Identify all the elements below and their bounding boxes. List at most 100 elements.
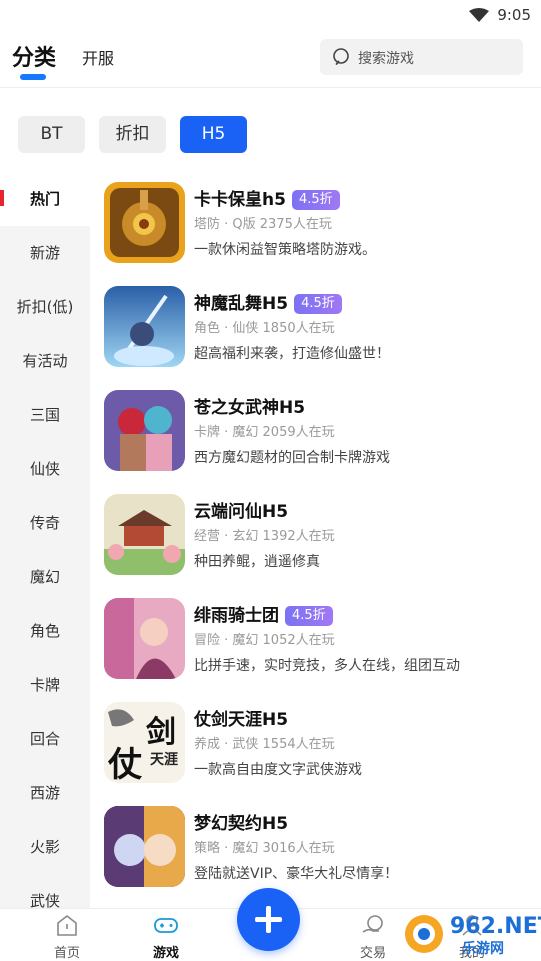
game-meta: 角色 · 仙侠 1850人在玩 xyxy=(194,321,335,336)
svg-text:天涯: 天涯 xyxy=(150,751,178,768)
game-title: 梦幻契约H5 xyxy=(194,814,289,834)
watermark-subtext: 乐游网 xyxy=(462,941,504,957)
gamepad-icon xyxy=(154,918,178,933)
game-description: 西方魔幻题材的回合制卡牌游戏 xyxy=(194,450,390,466)
sidebar-item-label: 武侠 xyxy=(29,892,60,908)
search-icon xyxy=(333,48,349,65)
sidebar-item-wuxia[interactable]: 武侠 xyxy=(0,874,90,908)
pavilion-garden-icon xyxy=(104,494,185,575)
sidebar-item-new[interactable]: 新游 xyxy=(0,226,90,280)
search-input[interactable]: 搜索游戏 xyxy=(320,39,523,75)
sidebar-item-label: 西游 xyxy=(29,784,60,802)
sidebar-item-events[interactable]: 有活动 xyxy=(0,334,90,388)
sidebar-item-label: 有活动 xyxy=(22,352,68,370)
pink-knight-icon xyxy=(104,598,185,679)
search-placeholder: 搜索游戏 xyxy=(358,51,414,67)
discount-badge: 4.5折 xyxy=(294,294,342,314)
sidebar-item-discount-low[interactable]: 折扣(低) xyxy=(0,280,90,334)
sidebar-item-rpg[interactable]: 角色 xyxy=(0,604,90,658)
sidebar-item-label: 角色 xyxy=(29,622,60,640)
game-meta: 养成 · 武侠 1554人在玩 xyxy=(194,737,335,752)
game-meta: 卡牌 · 魔幻 2059人在玩 xyxy=(194,425,335,440)
nav-games[interactable]: 游戏 xyxy=(126,909,206,961)
nav-home[interactable]: 首页 xyxy=(27,909,107,961)
game-title: 神魔乱舞H5 4.5折 xyxy=(194,289,342,314)
sidebar-item-label: 三国 xyxy=(29,406,60,424)
game-meta: 塔防 · Q版 2375人在玩 xyxy=(194,217,332,232)
game-meta: 冒险 · 魔幻 1052人在玩 xyxy=(194,633,335,648)
sidebar-item-label: 回合 xyxy=(29,730,60,748)
filter-discount[interactable]: 折扣 xyxy=(99,116,166,153)
fantasy-contract-icon xyxy=(104,806,185,887)
sidebar-item-turn-based[interactable]: 回合 xyxy=(0,712,90,766)
game-title: 绯雨骑士团 4.5折 xyxy=(194,601,333,626)
sidebar-item-legend[interactable]: 传奇 xyxy=(0,496,90,550)
sidebar-item-label: 卡牌 xyxy=(29,676,60,694)
game-row[interactable]: 梦幻契约H5 策略 · 魔幻 3016人在玩 登陆就送VIP、豪华大礼尽情享！ xyxy=(90,796,541,900)
game-description: 比拼手速，实时竞技，多人在线，组团互动 xyxy=(194,658,460,674)
game-row[interactable]: 卡卡保皇h5 4.5折 塔防 · Q版 2375人在玩 一款休闲益智策略塔防游戏。 xyxy=(90,172,541,276)
watermark-logo-icon xyxy=(405,915,443,953)
svg-text:剑: 剑 xyxy=(146,715,176,750)
discount-badge: 4.5折 xyxy=(285,606,333,626)
sidebar-item-card[interactable]: 卡牌 xyxy=(0,658,90,712)
active-marker xyxy=(0,190,4,206)
game-row[interactable]: 云端问仙H5 经营 · 玄幻 1392人在玩 种田养鲲，逍遥修真 xyxy=(90,484,541,588)
game-meta: 策略 · 魔幻 3016人在玩 xyxy=(194,841,335,856)
sidebar-item-label: 传奇 xyxy=(29,514,60,532)
sidebar-item-three-kingdoms[interactable]: 三国 xyxy=(0,388,90,442)
site-watermark: 962.NET 乐游网 xyxy=(402,912,541,958)
game-row[interactable]: 苍之女武神H5 卡牌 · 魔幻 2059人在玩 西方魔幻题材的回合制卡牌游戏 xyxy=(90,380,541,484)
nav-label: 首页 xyxy=(53,946,80,961)
sidebar-item-label: 火影 xyxy=(29,838,60,856)
game-description: 超高福利来袭，打造修仙盛世！ xyxy=(194,346,390,362)
game-title: 卡卡保皇h5 4.5折 xyxy=(194,185,340,210)
game-row[interactable]: 神魔乱舞H5 4.5折 角色 · 仙侠 1850人在玩 超高福利来袭，打造修仙盛世… xyxy=(90,276,541,380)
sidebar-item-label: 热门 xyxy=(29,190,60,208)
valkyrie-heroes-icon xyxy=(104,390,185,471)
game-description: 种田养鲲，逍遥修真 xyxy=(194,554,320,570)
sword-warrior-icon xyxy=(104,286,185,367)
top-nav: 分类 开服 搜索游戏 xyxy=(0,30,541,88)
game-title: 云端问仙H5 xyxy=(194,502,289,522)
watermark-text: 962.NET xyxy=(450,914,541,939)
sidebar-item-fantasy[interactable]: 魔幻 xyxy=(0,550,90,604)
game-row[interactable]: 剑 仗 天涯 仗剑天涯H5 养成 · 武侠 1554人在玩 一款高自由度文字武侠… xyxy=(90,692,541,796)
nav-trade[interactable]: 交易 xyxy=(333,909,413,961)
filter-h5[interactable]: H5 xyxy=(180,116,247,153)
nav-label: 交易 xyxy=(359,946,386,961)
status-bar: 9:05 xyxy=(0,0,541,30)
game-title: 仗剑天涯H5 xyxy=(194,710,289,730)
game-row[interactable]: 绯雨骑士团 4.5折 冒险 · 魔幻 1052人在玩 比拼手速，实时竞技，多人在线… xyxy=(90,588,541,692)
tab-active-indicator xyxy=(20,74,46,80)
filter-bar: BT 折扣 H5 xyxy=(0,116,541,154)
trade-icon xyxy=(362,915,383,933)
sidebar-item-journey-west[interactable]: 西游 xyxy=(0,766,90,820)
sidebar-item-label: 新游 xyxy=(29,244,60,262)
sidebar-item-naruto[interactable]: 火影 xyxy=(0,820,90,874)
filter-bt[interactable]: BT xyxy=(18,116,85,153)
wifi-icon xyxy=(469,8,489,22)
game-description: 一款高自由度文字武侠游戏 xyxy=(194,762,362,778)
game-description: 登陆就送VIP、豪华大礼尽情享！ xyxy=(194,866,399,882)
status-time: 9:05 xyxy=(497,6,531,24)
sword-calligraphy-icon: 剑 仗 天涯 xyxy=(104,702,185,783)
svg-text:仗: 仗 xyxy=(107,745,143,783)
game-description: 一款休闲益智策略塔防游戏。 xyxy=(194,242,376,258)
nav-label: 游戏 xyxy=(152,946,179,961)
discount-badge: 4.5折 xyxy=(291,190,340,210)
sidebar-item-label: 仙侠 xyxy=(29,460,60,478)
sidebar-item-xianxia[interactable]: 仙侠 xyxy=(0,442,90,496)
tab-category[interactable]: 分类 xyxy=(12,40,56,72)
game-list: 卡卡保皇h5 4.5折 塔防 · Q版 2375人在玩 一款休闲益智策略塔防游戏。… xyxy=(90,172,541,908)
game-meta: 经营 · 玄幻 1392人在玩 xyxy=(194,529,335,544)
sidebar-item-hot[interactable]: 热门 xyxy=(0,172,90,226)
sidebar-item-label: 魔幻 xyxy=(29,568,60,586)
sidebar-item-label: 折扣(低) xyxy=(16,298,74,316)
tab-open-server[interactable]: 开服 xyxy=(82,45,114,69)
game-title: 苍之女武神H5 xyxy=(194,398,306,418)
add-button[interactable] xyxy=(237,888,300,951)
home-icon xyxy=(57,914,77,936)
category-sidebar: 热门 新游 折扣(低) 有活动 三国 仙侠 传奇 魔幻 角色 卡牌 回合 西游 … xyxy=(0,172,90,908)
tower-defense-icon xyxy=(104,182,185,263)
